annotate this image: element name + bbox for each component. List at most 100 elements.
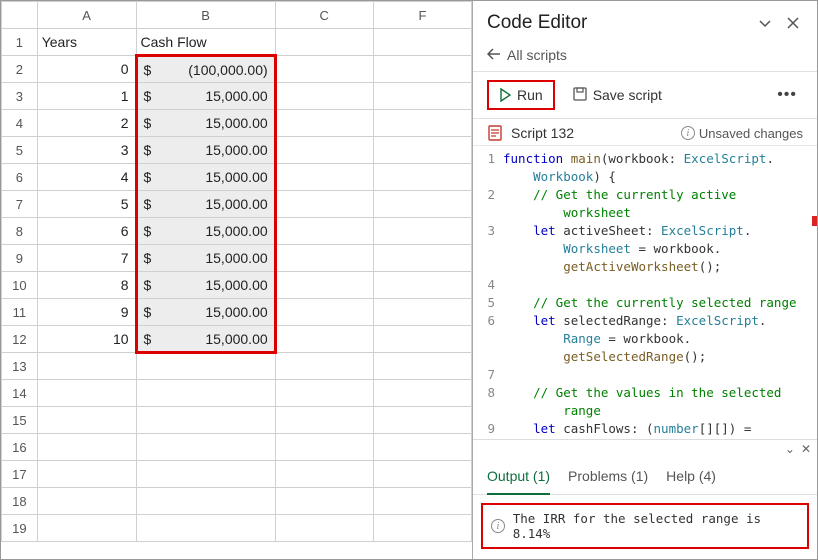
cell[interactable]: $15,000.00 (136, 137, 275, 164)
close-icon[interactable] (781, 11, 805, 35)
cell[interactable]: Cash Flow (136, 29, 275, 56)
cell[interactable]: 3 (37, 137, 136, 164)
cell[interactable] (37, 407, 136, 434)
col-header-a[interactable]: A (37, 2, 136, 29)
cell[interactable] (373, 488, 471, 515)
cell[interactable]: 0 (37, 56, 136, 83)
cell[interactable] (373, 434, 471, 461)
cell[interactable] (373, 245, 471, 272)
cell[interactable]: $(100,000.00) (136, 56, 275, 83)
cell[interactable] (275, 407, 373, 434)
cell[interactable]: 5 (37, 191, 136, 218)
cell[interactable] (373, 353, 471, 380)
more-options-button[interactable]: ••• (771, 86, 803, 104)
row-header[interactable]: 13 (2, 353, 38, 380)
row-header[interactable]: 16 (2, 434, 38, 461)
collapse-icon[interactable] (753, 11, 777, 35)
output-chevron-icon[interactable]: ⌄ (785, 442, 795, 456)
save-script-button[interactable]: Save script (563, 82, 672, 109)
cell[interactable] (373, 380, 471, 407)
cell[interactable] (275, 272, 373, 299)
cell[interactable] (275, 326, 373, 353)
cell[interactable]: $15,000.00 (136, 83, 275, 110)
cell[interactable] (373, 164, 471, 191)
all-scripts-link[interactable]: All scripts (487, 47, 567, 63)
cell[interactable] (275, 245, 373, 272)
cell[interactable]: 6 (37, 218, 136, 245)
cell[interactable] (37, 434, 136, 461)
cell[interactable]: Years (37, 29, 136, 56)
row-header[interactable]: 18 (2, 488, 38, 515)
cell[interactable]: $15,000.00 (136, 326, 275, 353)
cell[interactable]: 4 (37, 164, 136, 191)
cell[interactable] (136, 488, 275, 515)
cell[interactable]: $15,000.00 (136, 299, 275, 326)
cell[interactable] (373, 56, 471, 83)
row-header[interactable]: 15 (2, 407, 38, 434)
cell[interactable]: 8 (37, 272, 136, 299)
cell[interactable] (275, 191, 373, 218)
cell[interactable] (373, 218, 471, 245)
grid[interactable]: A B C F 1 Years Cash Flow 2 0 $(100,000.… (1, 1, 472, 542)
cell[interactable] (373, 29, 471, 56)
cell[interactable] (275, 137, 373, 164)
cell[interactable]: $15,000.00 (136, 218, 275, 245)
cell[interactable] (136, 434, 275, 461)
row-header[interactable]: 8 (2, 218, 38, 245)
cell[interactable] (37, 515, 136, 542)
cell[interactable] (275, 380, 373, 407)
cell[interactable] (275, 461, 373, 488)
cell[interactable] (373, 191, 471, 218)
cell[interactable] (275, 164, 373, 191)
row-header[interactable]: 12 (2, 326, 38, 353)
cell[interactable]: 9 (37, 299, 136, 326)
cell[interactable] (275, 110, 373, 137)
cell[interactable] (275, 353, 373, 380)
row-header[interactable]: 11 (2, 299, 38, 326)
col-header-b[interactable]: B (136, 2, 275, 29)
row-header[interactable]: 19 (2, 515, 38, 542)
cell[interactable]: $15,000.00 (136, 191, 275, 218)
cell[interactable] (37, 461, 136, 488)
code-content[interactable]: function main(workbook: ExcelScript. Wor… (503, 146, 817, 439)
cell[interactable]: 7 (37, 245, 136, 272)
col-header-c[interactable]: C (275, 2, 373, 29)
row-header[interactable]: 5 (2, 137, 38, 164)
cell[interactable] (275, 515, 373, 542)
cell[interactable] (136, 515, 275, 542)
row-header[interactable]: 1 (2, 29, 38, 56)
cell[interactable] (373, 83, 471, 110)
cell[interactable] (136, 407, 275, 434)
cell[interactable] (373, 299, 471, 326)
cell[interactable] (37, 380, 136, 407)
cell[interactable] (373, 407, 471, 434)
cell[interactable] (275, 218, 373, 245)
cell[interactable] (275, 434, 373, 461)
cell[interactable] (373, 272, 471, 299)
row-header[interactable]: 9 (2, 245, 38, 272)
cell[interactable]: $15,000.00 (136, 164, 275, 191)
cell[interactable] (136, 461, 275, 488)
tab-problems[interactable]: Problems (1) (568, 460, 648, 494)
cell[interactable] (275, 83, 373, 110)
cell[interactable] (373, 326, 471, 353)
cell[interactable] (373, 137, 471, 164)
code-text-area[interactable]: 1 2 3 4 5 6 7 8 9 10 11 function main(wo… (473, 145, 817, 439)
row-header[interactable]: 10 (2, 272, 38, 299)
output-close-icon[interactable]: ✕ (801, 442, 811, 456)
row-header[interactable]: 4 (2, 110, 38, 137)
cell[interactable] (275, 56, 373, 83)
select-all-corner[interactable] (2, 2, 38, 29)
cell[interactable] (275, 488, 373, 515)
col-header-f[interactable]: F (373, 2, 471, 29)
row-header[interactable]: 6 (2, 164, 38, 191)
run-button[interactable]: Run (487, 80, 555, 110)
cell[interactable] (37, 488, 136, 515)
cell[interactable] (373, 461, 471, 488)
cell[interactable] (136, 353, 275, 380)
row-header[interactable]: 2 (2, 56, 38, 83)
cell[interactable]: 10 (37, 326, 136, 353)
row-header[interactable]: 3 (2, 83, 38, 110)
row-header[interactable]: 14 (2, 380, 38, 407)
cell[interactable] (373, 110, 471, 137)
